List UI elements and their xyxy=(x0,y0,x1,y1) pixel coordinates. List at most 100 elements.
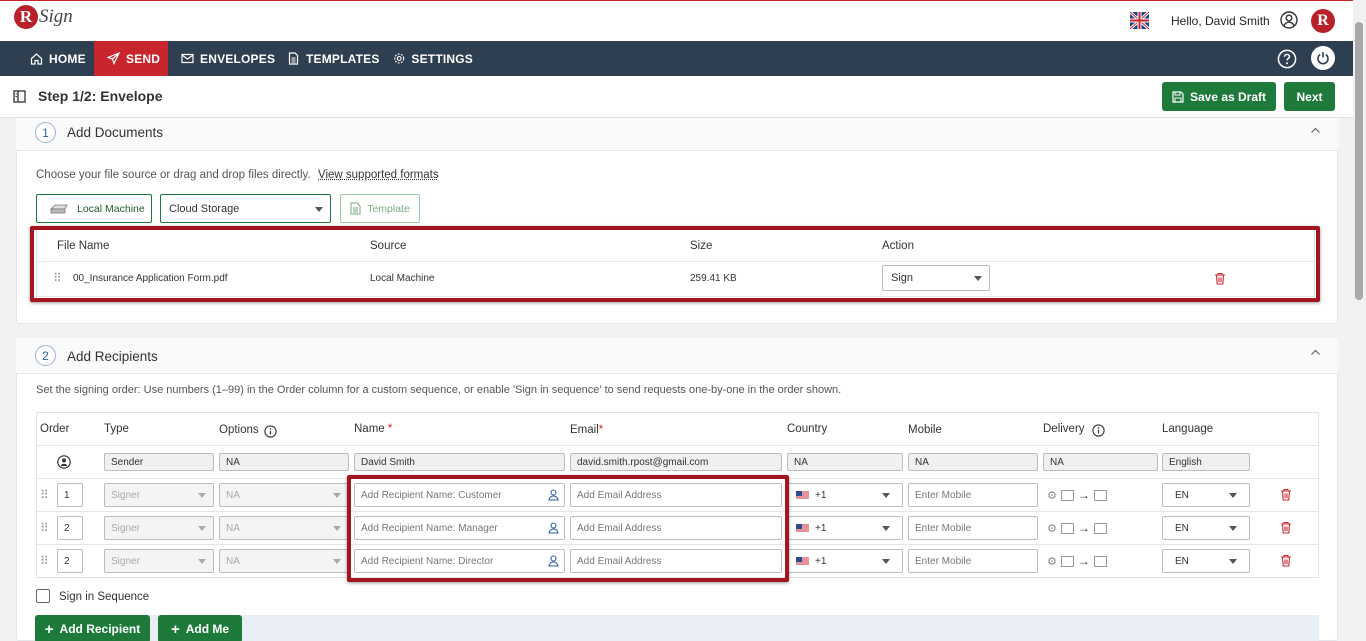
add-recipient-button[interactable]: + Add Recipient xyxy=(35,615,150,641)
nav-home[interactable]: HOME xyxy=(20,41,94,76)
type-select[interactable]: Signer xyxy=(104,549,214,573)
plus-icon: + xyxy=(45,621,54,638)
col-email: Email* xyxy=(570,424,603,436)
options-select[interactable]: NA xyxy=(219,549,349,573)
sender-language: English xyxy=(1162,453,1250,471)
order-input[interactable]: 1 xyxy=(57,483,83,507)
user-circle-icon[interactable] xyxy=(1280,11,1298,29)
delivery-gear-icon[interactable]: ⚙ xyxy=(1047,555,1057,568)
table-divider xyxy=(37,445,1318,446)
recipients-panel-header[interactable] xyxy=(16,338,1338,374)
uk-flag-icon[interactable] xyxy=(1130,12,1149,29)
nav-envelopes[interactable]: ENVELOPES xyxy=(171,41,277,76)
language-select[interactable]: EN xyxy=(1162,549,1250,573)
delivery-email-icon[interactable] xyxy=(1061,523,1074,534)
nav-settings[interactable]: SETTINGS xyxy=(383,41,473,76)
col-type: Type xyxy=(104,423,129,435)
top-header xyxy=(0,0,1366,41)
home-icon xyxy=(30,52,43,65)
options-select[interactable]: NA xyxy=(219,516,349,540)
type-select[interactable]: Signer xyxy=(104,483,214,507)
order-input[interactable]: 2 xyxy=(57,549,83,573)
col-options: Options xyxy=(219,424,259,436)
delivery-email-icon[interactable] xyxy=(1061,556,1074,567)
chevron-down-icon xyxy=(198,559,206,564)
save-draft-button[interactable]: Save as Draft xyxy=(1162,82,1276,111)
documents-intro: Choose your file source or drag and drop… xyxy=(36,169,311,181)
template-doc-icon xyxy=(350,202,361,215)
sender-mobile: NA xyxy=(908,453,1038,471)
language-value: EN xyxy=(1175,556,1189,567)
arrow-right-icon: → xyxy=(1078,554,1090,568)
chevron-up-icon[interactable] xyxy=(1310,125,1321,136)
country-code-select[interactable]: +1 xyxy=(787,549,903,573)
highlight-box-recipients xyxy=(347,475,789,582)
sender-options: NA xyxy=(219,453,349,471)
rsign-logo[interactable]: R Sign xyxy=(14,5,73,29)
drag-handle-icon[interactable]: ⠿ xyxy=(40,521,47,535)
sidebar-toggle-icon[interactable] xyxy=(13,90,26,103)
info-icon[interactable] xyxy=(264,425,277,438)
sign-in-sequence-checkbox[interactable] xyxy=(36,589,50,603)
mobile-input[interactable]: Enter Mobile xyxy=(908,483,1038,507)
language-value: EN xyxy=(1175,490,1189,501)
chevron-down-icon xyxy=(1229,493,1237,498)
documents-panel-header[interactable] xyxy=(16,118,1338,151)
next-button[interactable]: Next xyxy=(1284,82,1335,111)
us-flag-icon xyxy=(796,491,809,500)
mobile-input[interactable]: Enter Mobile xyxy=(908,549,1038,573)
help-icon[interactable] xyxy=(1277,49,1297,69)
delivery-email-icon[interactable] xyxy=(1094,490,1107,501)
drag-handle-icon[interactable]: ⠿ xyxy=(40,488,47,502)
options-select[interactable]: NA xyxy=(219,483,349,507)
delivery-gear-icon[interactable]: ⚙ xyxy=(1047,489,1057,502)
delivery-options: ⚙ → xyxy=(1047,521,1107,535)
mobile-input[interactable]: Enter Mobile xyxy=(908,516,1038,540)
document-icon xyxy=(287,52,300,65)
type-value: Signer xyxy=(111,490,140,501)
cloud-storage-label: Cloud Storage xyxy=(169,203,239,215)
delivery-email-icon[interactable] xyxy=(1094,556,1107,567)
nav-send[interactable]: SEND xyxy=(94,41,168,76)
local-machine-button[interactable]: Local Machine xyxy=(36,194,152,223)
template-label: Template xyxy=(367,203,410,215)
type-select[interactable]: Signer xyxy=(104,516,214,540)
cloud-storage-select[interactable]: Cloud Storage xyxy=(160,194,331,223)
chevron-up-icon[interactable] xyxy=(1310,347,1321,358)
col-mobile: Mobile xyxy=(908,424,942,436)
delete-icon[interactable] xyxy=(1280,521,1292,534)
step-title: Step 1/2: Envelope xyxy=(38,88,162,104)
chevron-down-icon xyxy=(333,526,341,531)
info-icon[interactable] xyxy=(1092,424,1105,437)
power-button[interactable] xyxy=(1311,46,1335,70)
delivery-email-icon[interactable] xyxy=(1094,523,1107,534)
delivery-gear-icon[interactable]: ⚙ xyxy=(1047,522,1057,535)
language-select[interactable]: EN xyxy=(1162,483,1250,507)
delivery-email-icon[interactable] xyxy=(1061,490,1074,501)
template-button[interactable]: Template xyxy=(340,194,420,223)
chevron-down-icon xyxy=(882,559,890,564)
order-input[interactable]: 2 xyxy=(57,516,83,540)
nav-send-label: SEND xyxy=(126,52,160,66)
country-code: +1 xyxy=(815,490,826,501)
sender-name: David Smith xyxy=(354,453,565,471)
delete-icon[interactable] xyxy=(1280,554,1292,567)
brand-avatar[interactable]: R xyxy=(1311,9,1335,33)
view-formats-link[interactable]: View supported formats xyxy=(318,169,439,181)
nav-envelopes-label: ENVELOPES xyxy=(200,52,275,66)
add-me-button[interactable]: + Add Me xyxy=(158,615,242,641)
delete-icon[interactable] xyxy=(1280,488,1292,501)
send-icon xyxy=(107,52,120,65)
options-value: NA xyxy=(226,490,240,501)
country-code-select[interactable]: +1 xyxy=(787,516,903,540)
drag-handle-icon[interactable]: ⠿ xyxy=(40,554,47,568)
language-select[interactable]: EN xyxy=(1162,516,1250,540)
chevron-down-icon xyxy=(333,559,341,564)
col-country: Country xyxy=(787,423,827,435)
options-value: NA xyxy=(226,556,240,567)
nav-templates[interactable]: TEMPLATES xyxy=(277,41,383,76)
col-name: Name * xyxy=(354,423,392,435)
scrollbar-thumb[interactable] xyxy=(1355,22,1363,300)
country-code-select[interactable]: +1 xyxy=(787,483,903,507)
save-draft-label: Save as Draft xyxy=(1190,90,1266,104)
